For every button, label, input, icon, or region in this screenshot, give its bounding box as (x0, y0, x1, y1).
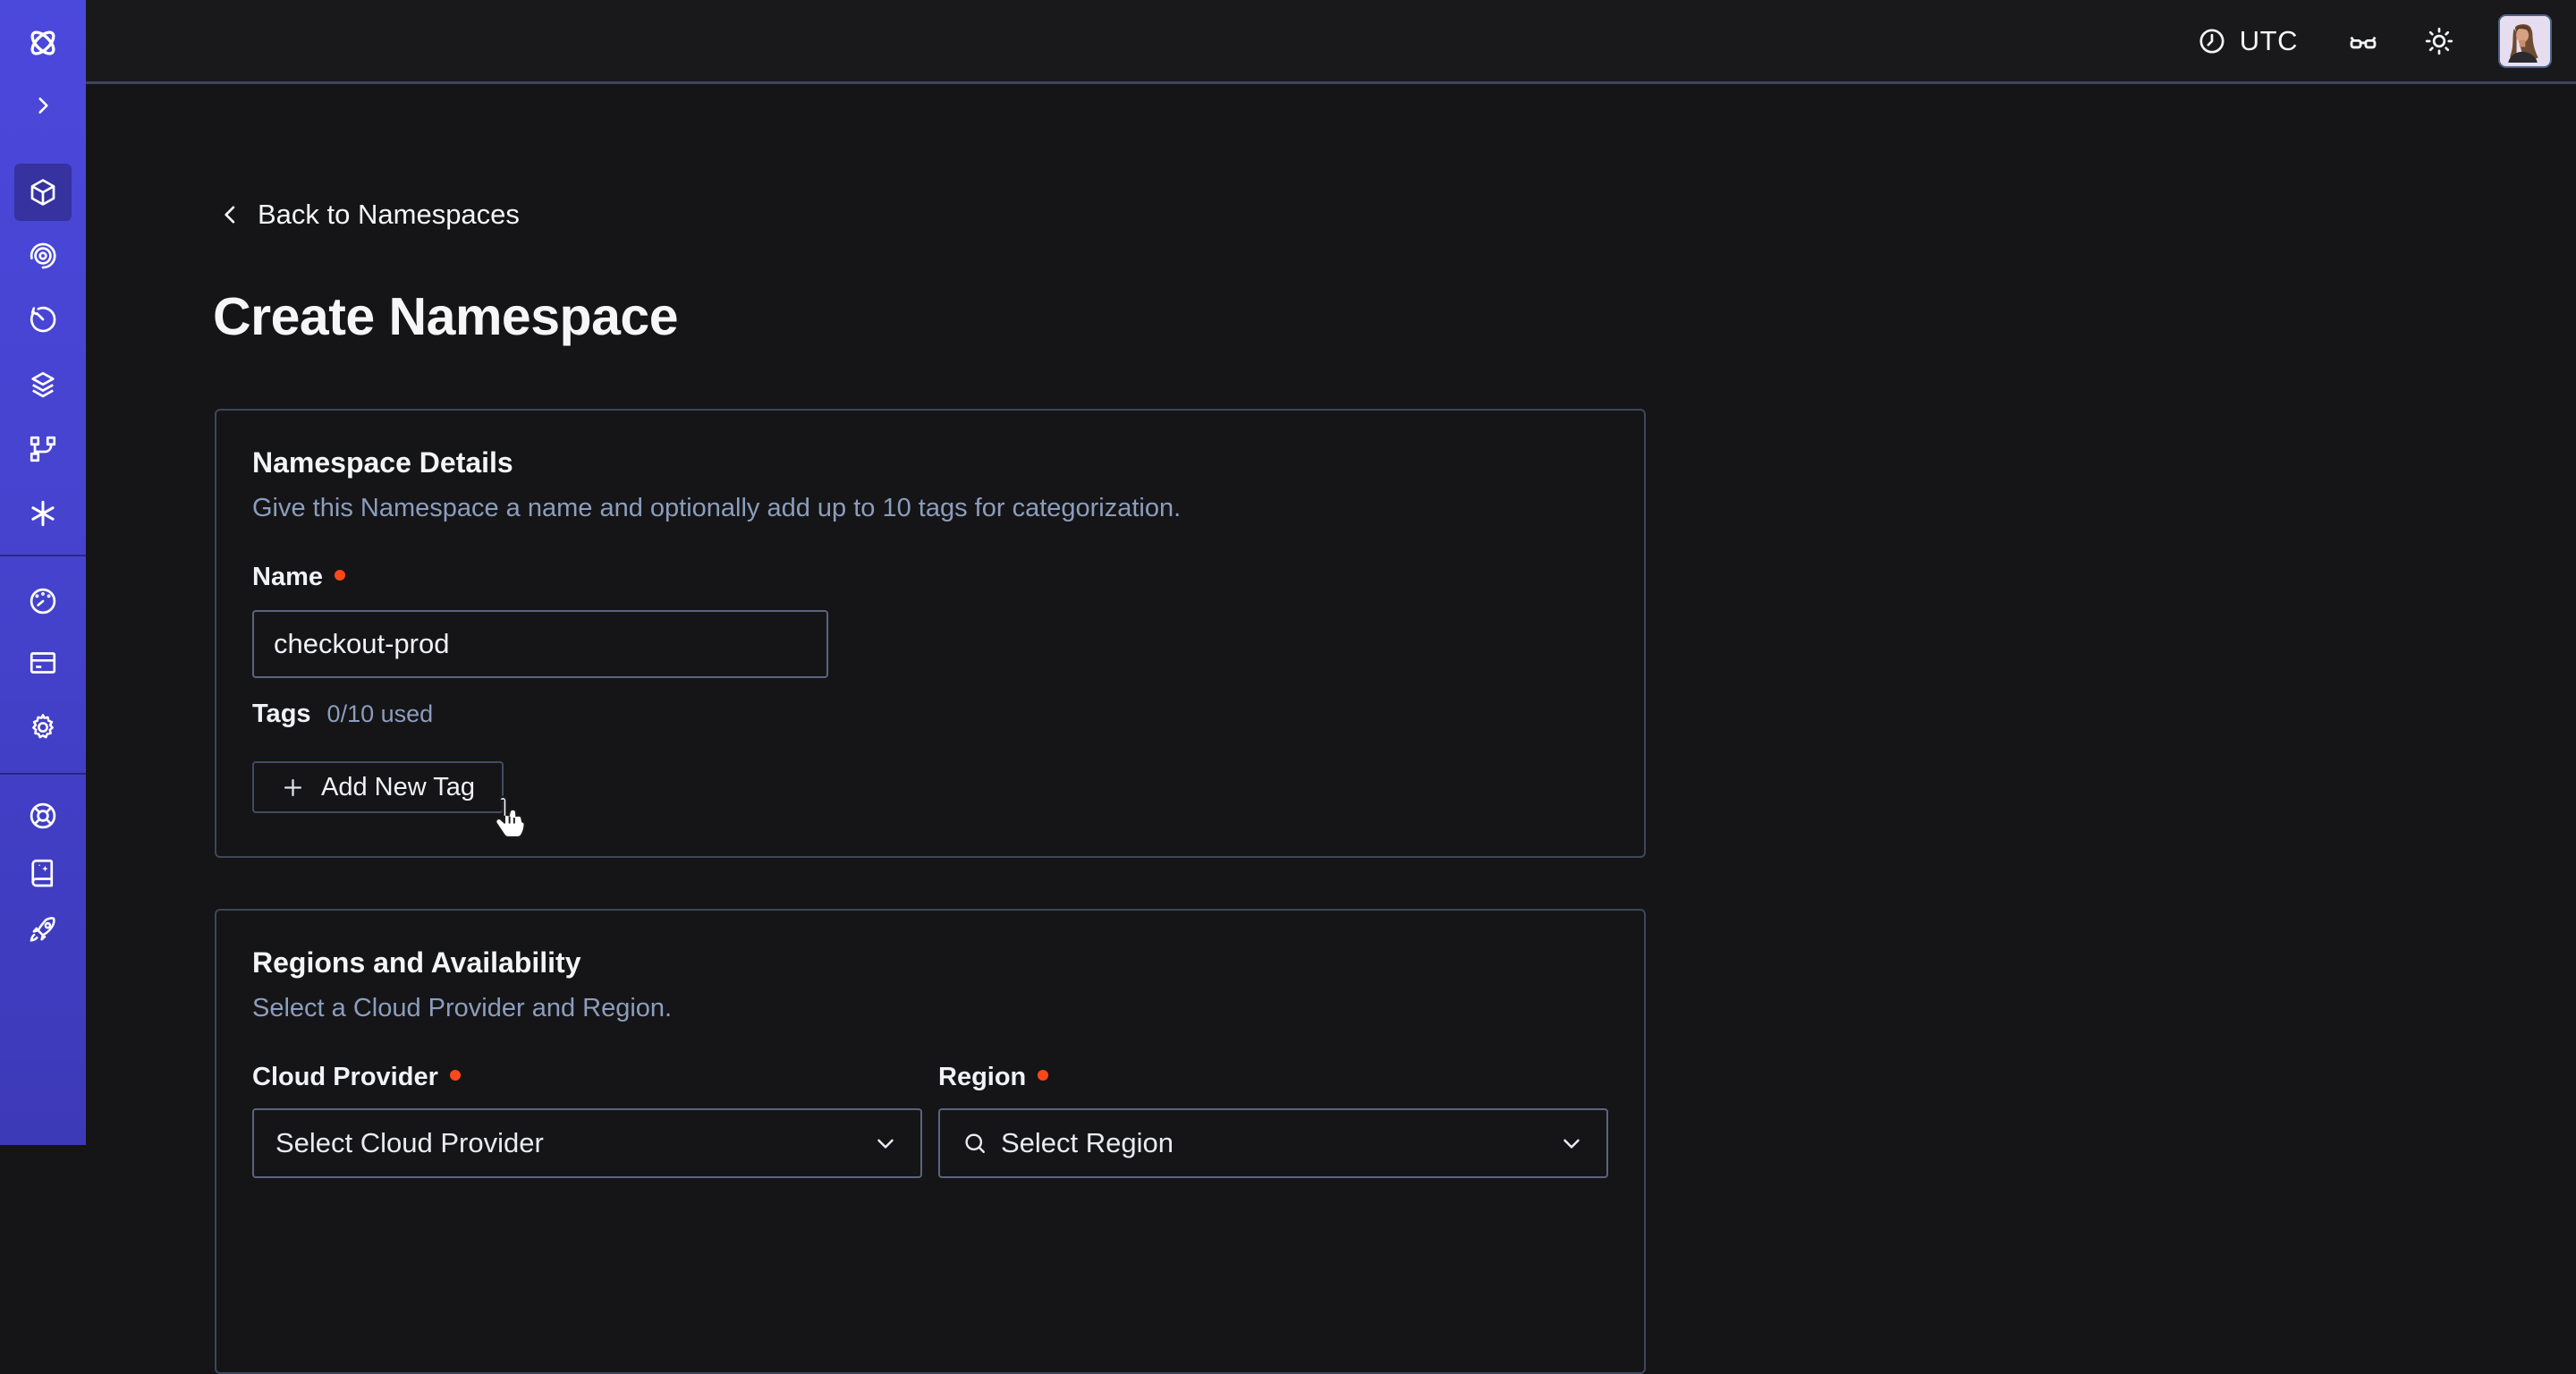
chevron-left-icon (218, 202, 243, 227)
timezone-label: UTC (2240, 25, 2298, 57)
user-avatar[interactable] (2498, 14, 2552, 68)
tags-counter: 0/10 used (327, 700, 434, 728)
page-title: Create Namespace (213, 286, 678, 347)
temporal-logo-icon[interactable] (24, 24, 62, 62)
layers-icon[interactable] (27, 369, 59, 401)
namespace-details-card: Namespace Details Give this Namespace a … (215, 409, 1646, 858)
plus-icon (281, 776, 305, 800)
sidebar-divider (0, 773, 86, 775)
chevron-down-icon (872, 1130, 899, 1157)
cloud-provider-label-row: Cloud Provider (252, 1063, 922, 1092)
card-subtitle: Give this Namespace a name and optionall… (252, 494, 1608, 523)
branch-icon[interactable] (27, 433, 59, 465)
cloud-provider-value: Select Cloud Provider (275, 1127, 544, 1159)
asterisk-icon[interactable] (27, 497, 59, 530)
region-label: Region (938, 1063, 1026, 1092)
card-subtitle: Select a Cloud Provider and Region. (252, 994, 1608, 1023)
region-label-row: Region (938, 1063, 1608, 1092)
add-new-tag-button[interactable]: Add New Tag (252, 761, 504, 813)
cloud-provider-label: Cloud Provider (252, 1063, 438, 1092)
search-icon (962, 1130, 988, 1157)
rocket-icon[interactable] (27, 914, 59, 946)
timer-icon[interactable] (27, 303, 59, 335)
glasses-icon[interactable] (2346, 24, 2380, 58)
back-link-label: Back to Namespaces (258, 199, 520, 231)
gauge-icon[interactable] (27, 585, 59, 617)
name-label-row: Name (252, 563, 1608, 592)
cube-icon[interactable] (27, 176, 59, 208)
name-label: Name (252, 563, 323, 592)
card-title: Regions and Availability (252, 946, 1608, 980)
required-dot (1038, 1070, 1048, 1081)
chevron-down-icon (1558, 1130, 1585, 1157)
tags-label: Tags (252, 700, 311, 729)
billing-card-icon[interactable] (27, 647, 59, 679)
gear-icon[interactable] (27, 711, 59, 743)
required-dot (335, 570, 345, 581)
namespace-name-input[interactable] (252, 610, 828, 678)
book-icon[interactable] (27, 856, 59, 888)
region-select[interactable]: Select Region (938, 1108, 1608, 1178)
cloud-provider-select[interactable]: Select Cloud Provider (252, 1108, 922, 1178)
chevron-right-icon[interactable] (31, 94, 55, 117)
tags-label-row: Tags 0/10 used (252, 700, 1608, 729)
sun-icon[interactable] (2423, 25, 2455, 57)
sidebar-divider (0, 555, 86, 556)
required-dot (450, 1070, 461, 1081)
clock-icon (2197, 26, 2227, 56)
sidebar (0, 0, 86, 1145)
timezone-selector[interactable]: UTC (2197, 25, 2298, 57)
card-title: Namespace Details (252, 446, 1608, 479)
target-icon[interactable] (27, 240, 59, 272)
region-value: Select Region (1001, 1127, 1174, 1159)
add-new-tag-label: Add New Tag (321, 773, 475, 802)
topbar: UTC (86, 0, 2576, 84)
back-to-namespaces-link[interactable]: Back to Namespaces (218, 199, 520, 231)
lifebuoy-icon[interactable] (27, 800, 59, 832)
regions-availability-card: Regions and Availability Select a Cloud … (215, 909, 1646, 1374)
